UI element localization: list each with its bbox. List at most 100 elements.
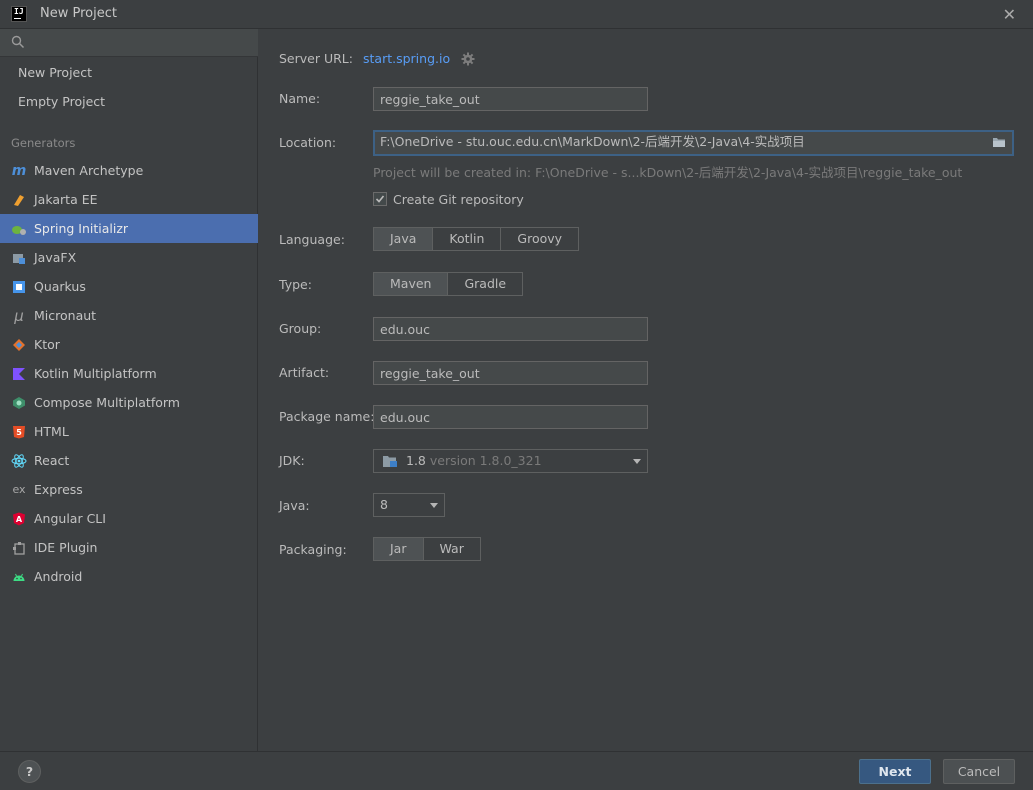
folder-icon[interactable] xyxy=(992,136,1006,148)
server-url-label: Server URL: xyxy=(279,51,353,66)
sidebar-item-label: Micronaut xyxy=(34,308,97,323)
packaging-selector: Jar War xyxy=(373,537,481,561)
angular-icon: A xyxy=(11,511,27,527)
svg-text:5: 5 xyxy=(16,428,22,437)
type-maven-button[interactable]: Maven xyxy=(374,273,449,295)
spring-icon xyxy=(11,221,27,237)
type-selector: Maven Gradle xyxy=(373,272,524,296)
sidebar-item-spring-initializr[interactable]: Spring Initializr xyxy=(0,214,258,243)
react-icon xyxy=(11,453,27,469)
artifact-input[interactable] xyxy=(373,361,648,385)
sidebar-item-react[interactable]: React xyxy=(0,446,258,475)
sidebar-item-html[interactable]: 5 HTML xyxy=(0,417,258,446)
location-hint: Project will be created in: F:\OneDrive … xyxy=(373,165,963,180)
chevron-down-icon xyxy=(633,459,641,464)
git-checkbox-label[interactable]: Create Git repository xyxy=(393,192,524,207)
quarkus-icon xyxy=(11,279,27,295)
java-label: Java: xyxy=(279,498,310,513)
intellij-logo-icon: IJ xyxy=(11,6,27,22)
generators-header: Generators xyxy=(11,136,76,150)
micronaut-icon: μ xyxy=(14,307,24,325)
location-input[interactable]: F:\OneDrive - stu.ouc.edu.cn\MarkDown\2-… xyxy=(373,130,1014,156)
close-icon[interactable]: ✕ xyxy=(1003,5,1016,24)
compose-icon xyxy=(11,395,27,411)
jdk-dropdown[interactable]: 1.8 version 1.8.0_321 xyxy=(373,449,648,473)
sidebar-item-kotlin-multiplatform[interactable]: Kotlin Multiplatform xyxy=(0,359,258,388)
sidebar-item-jakarta-ee[interactable]: Jakarta EE xyxy=(0,185,258,214)
sidebar-item-label: Compose Multiplatform xyxy=(34,395,180,410)
search-icon xyxy=(11,35,25,49)
jdk-version-detail: version 1.8.0_321 xyxy=(429,453,542,468)
sidebar: New Project Empty Project Generators m M… xyxy=(0,29,258,751)
sidebar-item-label: Android xyxy=(34,569,83,584)
sidebar-item-ide-plugin[interactable]: IDE Plugin xyxy=(0,533,258,562)
package-name-input[interactable] xyxy=(373,405,648,429)
group-label: Group: xyxy=(279,321,322,336)
language-groovy-button[interactable]: Groovy xyxy=(501,228,579,250)
server-url-link[interactable]: start.spring.io xyxy=(363,51,450,66)
jdk-folder-icon xyxy=(383,456,397,467)
sidebar-item-label: Maven Archetype xyxy=(34,163,144,178)
jdk-label: JDK: xyxy=(279,453,305,468)
git-checkbox[interactable] xyxy=(373,192,387,206)
group-input[interactable] xyxy=(373,317,648,341)
language-label: Language: xyxy=(279,232,345,247)
sidebar-item-maven-archetype[interactable]: m Maven Archetype xyxy=(0,156,258,185)
sidebar-item-label: React xyxy=(34,453,70,468)
express-icon: ex xyxy=(12,483,26,496)
sidebar-item-label: IDE Plugin xyxy=(34,540,98,555)
sidebar-item-label: Ktor xyxy=(34,337,60,352)
sidebar-item-label: JavaFX xyxy=(34,250,77,265)
chevron-down-icon xyxy=(430,503,438,508)
plugin-icon xyxy=(11,540,27,556)
gear-icon[interactable] xyxy=(461,52,475,66)
name-input[interactable] xyxy=(373,87,648,111)
sidebar-item-label: Quarkus xyxy=(34,279,86,294)
type-label: Type: xyxy=(279,277,312,292)
sidebar-item-angular-cli[interactable]: A Angular CLI xyxy=(0,504,258,533)
svg-text:A: A xyxy=(16,515,23,524)
language-java-button[interactable]: Java xyxy=(374,228,434,250)
java-version-value: 8 xyxy=(380,497,388,512)
sidebar-item-new-project[interactable]: New Project xyxy=(0,58,258,87)
sidebar-item-empty-project[interactable]: Empty Project xyxy=(0,87,258,116)
dialog-footer: ? Next Cancel xyxy=(0,751,1033,790)
packaging-jar-button[interactable]: Jar xyxy=(374,538,424,560)
sidebar-item-label: Jakarta EE xyxy=(34,192,98,207)
sidebar-item-express[interactable]: ex Express xyxy=(0,475,258,504)
jdk-version: 1.8 xyxy=(406,453,426,468)
packaging-war-button[interactable]: War xyxy=(423,538,480,560)
ktor-icon xyxy=(11,337,27,353)
sidebar-item-javafx[interactable]: JavaFX xyxy=(0,243,258,272)
sidebar-item-quarkus[interactable]: Quarkus xyxy=(0,272,258,301)
java-version-dropdown[interactable]: 8 xyxy=(373,493,445,517)
title-bar: IJ New Project ✕ xyxy=(0,0,1033,29)
name-label: Name: xyxy=(279,91,321,106)
location-value: F:\OneDrive - stu.ouc.edu.cn\MarkDown\2-… xyxy=(380,134,805,149)
sidebar-item-label: Angular CLI xyxy=(34,511,106,526)
cancel-button[interactable]: Cancel xyxy=(943,759,1015,784)
language-kotlin-button[interactable]: Kotlin xyxy=(433,228,502,250)
next-button[interactable]: Next xyxy=(859,759,931,784)
window-title: New Project xyxy=(40,6,117,21)
search-input[interactable] xyxy=(30,32,250,54)
sidebar-item-ktor[interactable]: Ktor xyxy=(0,330,258,359)
location-label: Location: xyxy=(279,135,337,150)
sidebar-item-label: Spring Initializr xyxy=(34,221,129,236)
type-gradle-button[interactable]: Gradle xyxy=(448,273,523,295)
javafx-icon xyxy=(11,250,27,266)
search-bar xyxy=(0,29,258,57)
maven-icon: m xyxy=(11,163,27,179)
html5-icon: 5 xyxy=(11,424,27,440)
jakarta-icon xyxy=(11,192,27,208)
help-button[interactable]: ? xyxy=(18,760,41,783)
sidebar-item-android[interactable]: Android xyxy=(0,562,258,591)
project-form: Server URL: start.spring.io Name: Locati… xyxy=(259,29,1033,751)
package-name-label: Package name: xyxy=(279,409,375,424)
kotlin-icon xyxy=(11,366,27,382)
language-selector: Java Kotlin Groovy xyxy=(373,227,580,251)
android-icon xyxy=(11,569,27,585)
sidebar-item-micronaut[interactable]: μ Micronaut xyxy=(0,301,258,330)
sidebar-item-compose-multiplatform[interactable]: Compose Multiplatform xyxy=(0,388,258,417)
sidebar-item-label: HTML xyxy=(34,424,69,439)
